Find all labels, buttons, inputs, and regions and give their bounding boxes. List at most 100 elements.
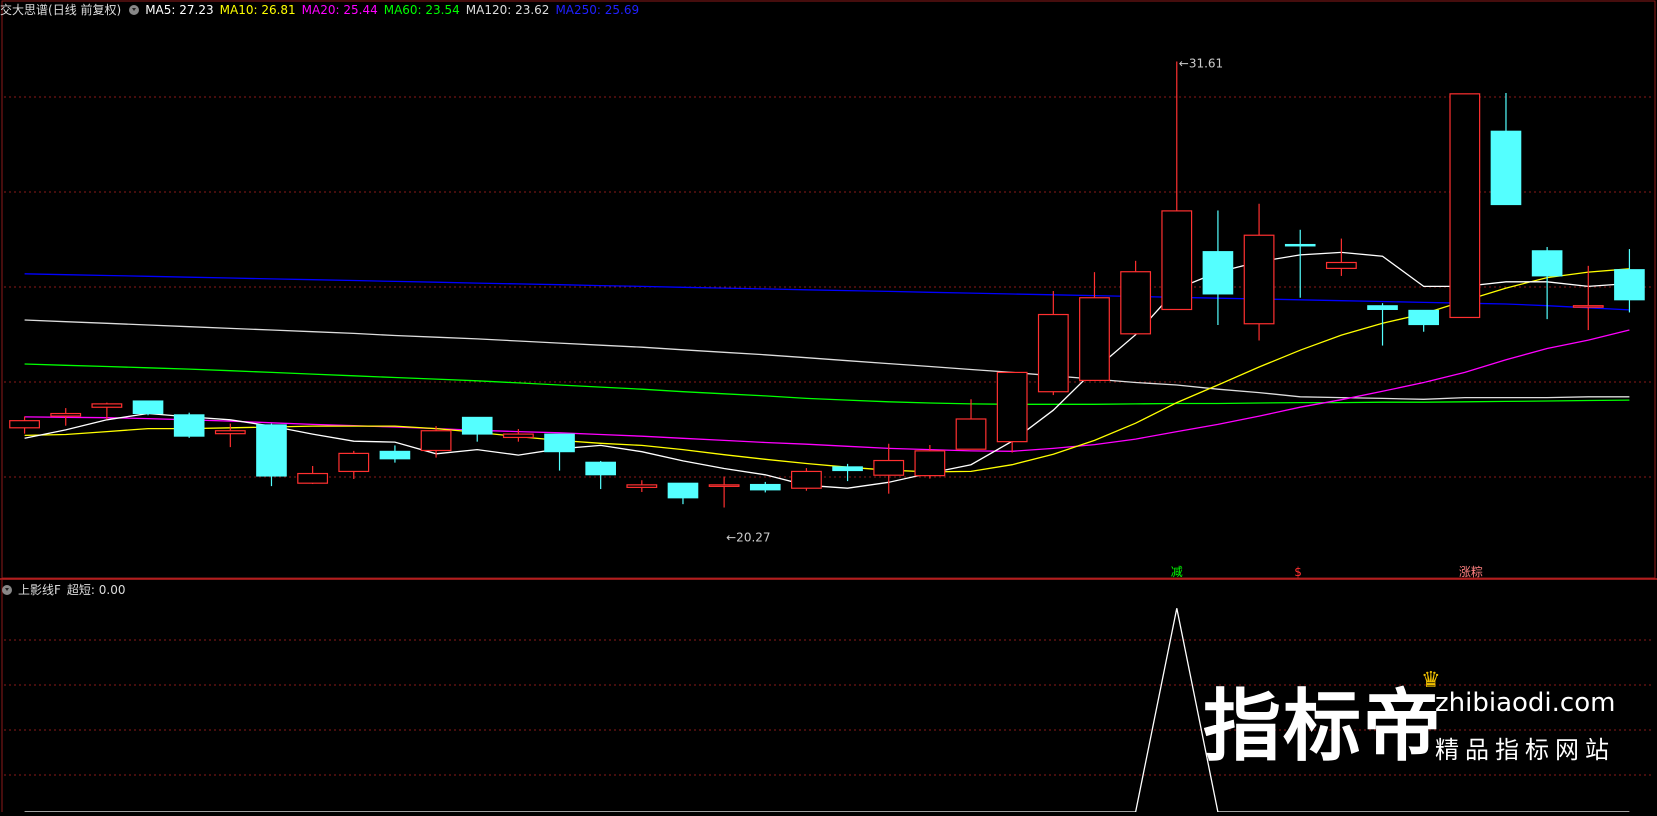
ma120-label: MA120: 23.62 [465, 3, 550, 17]
candle [1449, 93, 1481, 319]
candle [996, 371, 1028, 453]
ma250-line [24, 273, 1630, 311]
price-annotation: ←20.27 [726, 531, 770, 545]
candle [544, 433, 575, 471]
candle [1079, 272, 1110, 381]
candle [1614, 249, 1645, 313]
candle [1120, 260, 1152, 335]
candle [9, 416, 40, 434]
ma5-label: MA5: 27.23 [145, 3, 214, 17]
candle-body [173, 414, 205, 437]
candle [173, 412, 205, 438]
candle-body [791, 470, 822, 489]
candle [1408, 309, 1439, 332]
candle-body [9, 420, 40, 429]
candle-body [338, 452, 370, 473]
candle [1490, 93, 1522, 206]
candle-body [461, 416, 493, 435]
candle-body [749, 483, 781, 491]
candle [297, 465, 329, 485]
candle-body [1120, 271, 1152, 335]
candle [1243, 203, 1275, 341]
candle [1202, 210, 1234, 326]
chart-stage[interactable]: ←31.61 ←20.27 减 $ 涨粽 交大思谱(日线 前复权) MA5: 27.23 M… [0, 0, 1657, 813]
candle [1161, 61, 1193, 311]
candle [955, 399, 987, 450]
candle-body [544, 433, 575, 453]
candle-body [297, 472, 329, 484]
candle-body [667, 482, 699, 499]
candle [1037, 291, 1069, 396]
candle [1572, 265, 1604, 331]
candle-body [50, 412, 82, 417]
watermark: 指标帝 ♛ zhibiaodi.com 精品指标网站 [1203, 668, 1643, 788]
candle-body [379, 450, 411, 460]
candle [256, 423, 287, 487]
sub-header: 上影线F 超短: 0.00 [0, 580, 131, 600]
candle-body [1161, 210, 1193, 311]
candle-body [1367, 305, 1398, 310]
candle [832, 463, 863, 482]
signal-label: 减 [1171, 565, 1183, 579]
ma60-label: MA60: 23.54 [383, 3, 460, 17]
candle-body [996, 371, 1028, 443]
ma120-line [24, 319, 1630, 400]
candle-body [1325, 261, 1357, 269]
candle-body [1531, 250, 1563, 277]
sub-indicator-name: 上影线F [18, 583, 61, 597]
signal-label: 涨粽 [1459, 564, 1483, 579]
candle-body [1614, 269, 1645, 301]
candle-body [1079, 297, 1110, 381]
candle-body [708, 484, 740, 487]
candle [1325, 238, 1357, 276]
candle-body [1037, 313, 1069, 393]
ma20-label: MA20: 25.44 [301, 3, 378, 17]
candle [1284, 229, 1316, 298]
dropdown-circle-icon[interactable] [2, 585, 12, 595]
candle-body [132, 400, 164, 415]
candle-body [256, 424, 287, 477]
candle [873, 443, 905, 494]
signal-label: $ [1294, 565, 1302, 579]
candle-body [502, 433, 534, 439]
candle [749, 481, 781, 493]
ma10-label: MA10: 26.81 [219, 3, 296, 17]
candle-body [214, 430, 246, 435]
candle [626, 480, 658, 492]
candle-body [626, 484, 658, 488]
candle [585, 460, 616, 490]
candle-body [1449, 93, 1481, 319]
candle-body [1572, 305, 1604, 308]
dropdown-circle-icon[interactable] [129, 5, 140, 15]
candle [791, 468, 822, 491]
watermark-main: 指标帝 [1203, 682, 1444, 772]
candle [1367, 303, 1398, 346]
candle [91, 402, 123, 420]
candle-body [873, 459, 905, 476]
candle-body [832, 466, 863, 472]
candle-body [955, 418, 987, 450]
candle-body [1408, 309, 1439, 326]
candle [708, 476, 740, 508]
candle-body [420, 430, 452, 452]
candle [338, 450, 370, 479]
candle-body [585, 461, 616, 476]
candle-body [1243, 234, 1275, 325]
indicator-mode: (日线 前复权) [48, 3, 122, 17]
indicator-name: 交大思谱 [0, 3, 49, 17]
candle [667, 482, 699, 505]
watermark-url: zhibiaodi.com [1435, 688, 1616, 718]
price-annotation: ←31.61 [1179, 57, 1223, 71]
candle-body [1202, 251, 1234, 295]
main-panel-border [1, 0, 1656, 579]
candle [132, 400, 164, 416]
candle-body [1490, 130, 1522, 206]
main-header: 交大思谱(日线 前复权) MA5: 27.23 MA10: 26.81 MA20: 2… [0, 0, 645, 20]
candle [379, 445, 411, 463]
ma250-label: MA250: 25.69 [555, 3, 640, 17]
watermark-sub: 精品指标网站 [1435, 736, 1615, 764]
candle-body [914, 450, 946, 477]
sub-indicator-value: 超短: 0.00 [66, 583, 126, 597]
candle-body [1284, 243, 1316, 247]
candle [461, 416, 493, 442]
